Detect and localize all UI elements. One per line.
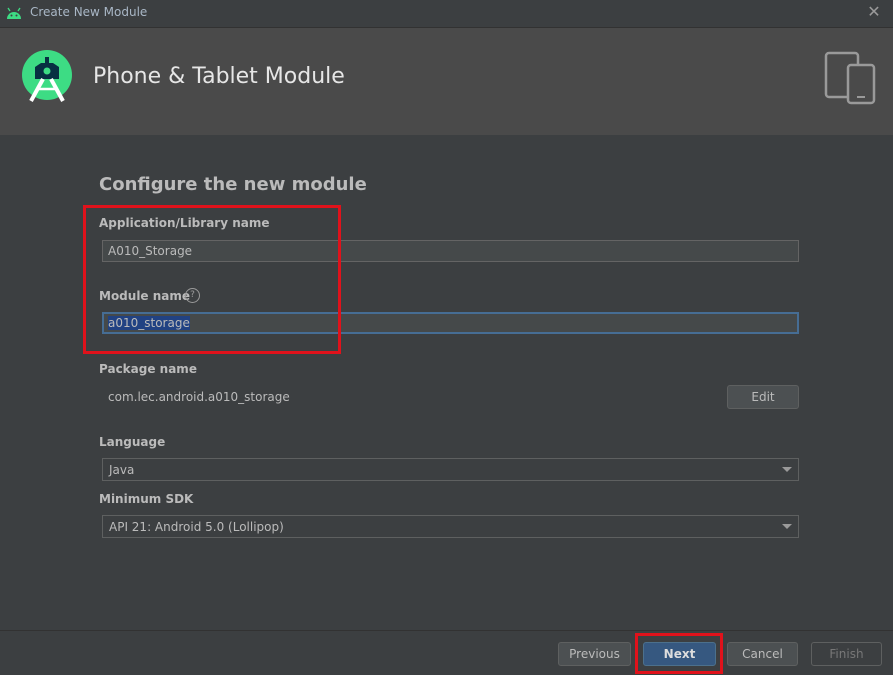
next-button[interactable]: Next xyxy=(643,642,716,666)
dropdown-arrow-icon xyxy=(782,524,792,529)
package-name-value: com.lec.android.a010_storage xyxy=(108,390,290,404)
help-icon[interactable]: ? xyxy=(185,288,200,303)
app-name-value: A010_Storage xyxy=(108,244,193,258)
edit-package-button[interactable]: Edit xyxy=(727,385,799,409)
cancel-button[interactable]: Cancel xyxy=(727,642,798,666)
min-sdk-label: Minimum SDK xyxy=(99,492,194,506)
language-selected-value: Java xyxy=(109,463,135,477)
previous-button[interactable]: Previous xyxy=(558,642,631,666)
android-studio-logo-icon xyxy=(22,50,72,102)
app-name-label: Application/Library name xyxy=(99,216,270,230)
min-sdk-select[interactable]: API 21: Android 5.0 (Lollipop) xyxy=(102,515,799,538)
package-name-label: Package name xyxy=(99,362,197,376)
language-label: Language xyxy=(99,435,166,449)
phone-tablet-icon xyxy=(824,51,876,105)
header-banner: Phone & Tablet Module xyxy=(0,28,893,135)
language-select[interactable]: Java xyxy=(102,458,799,481)
app-name-input[interactable]: A010_Storage xyxy=(102,240,799,262)
module-name-label: Module name xyxy=(99,289,191,303)
module-type-title: Phone & Tablet Module xyxy=(93,64,345,89)
android-icon xyxy=(7,7,21,19)
window-title: Create New Module xyxy=(30,5,148,19)
finish-button[interactable]: Finish xyxy=(811,642,882,666)
module-name-input[interactable]: a010_storage xyxy=(102,312,799,334)
dropdown-arrow-icon xyxy=(782,467,792,472)
page-title: Configure the new module xyxy=(99,174,367,195)
min-sdk-selected-value: API 21: Android 5.0 (Lollipop) xyxy=(109,520,284,534)
close-icon[interactable]: ✕ xyxy=(865,3,883,21)
module-name-value: a010_storage xyxy=(108,316,190,330)
title-bar: Create New Module ✕ xyxy=(0,0,893,28)
